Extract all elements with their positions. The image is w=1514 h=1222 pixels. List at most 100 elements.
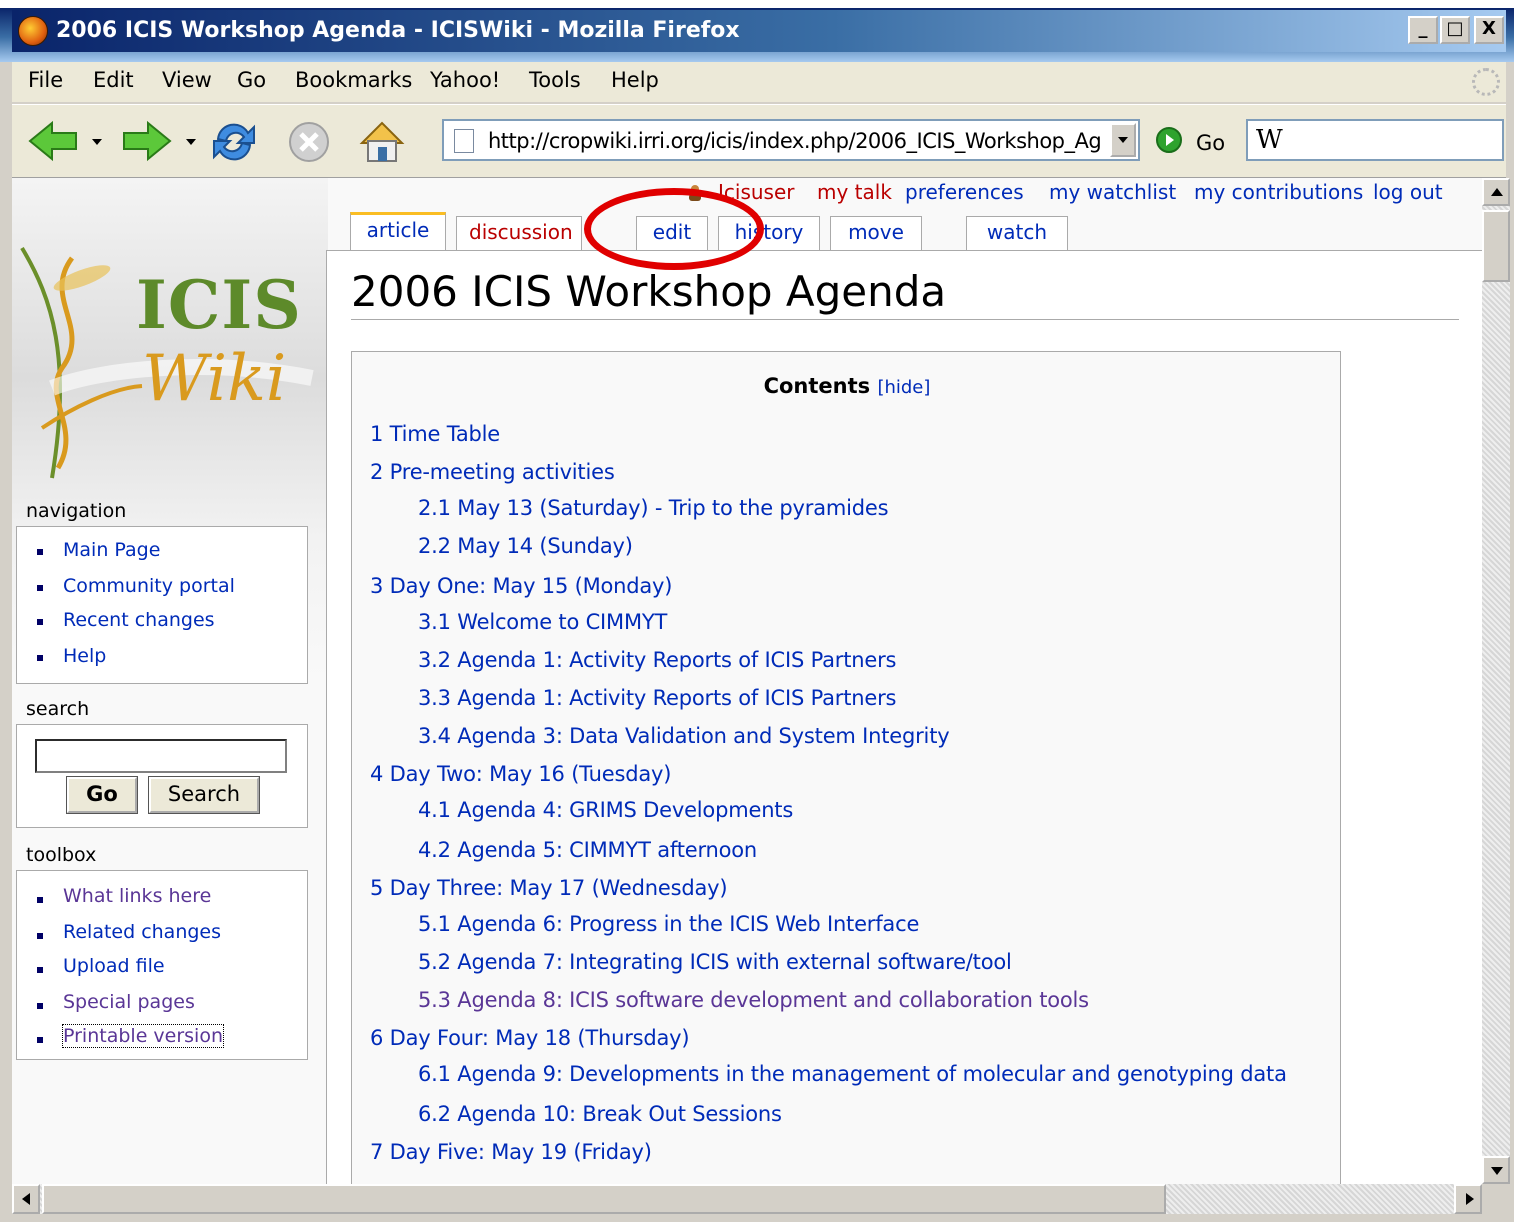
url-bar[interactable]: http://cropwiki.irri.org/icis/index.php/… [442,119,1140,161]
content-area: 2006 ICIS Workshop Agenda Contents [hide… [326,250,1482,1184]
toc-entry[interactable]: 2.1 May 13 (Saturday) - Trip to the pyra… [418,496,889,520]
menu-yahoo[interactable]: Yahoo! [430,68,500,92]
toc-entry[interactable]: 2 Pre-meeting activities [370,460,615,484]
search-input[interactable] [35,739,287,773]
vertical-scroll-thumb[interactable] [1482,210,1510,282]
url-text[interactable]: http://cropwiki.irri.org/icis/index.php/… [488,129,1102,153]
firefox-icon [18,16,48,46]
navigation-heading: navigation [26,500,127,522]
arrow-down-icon [1491,1167,1503,1175]
arrow-left-icon [22,1193,30,1205]
vertical-scrollbar[interactable] [1482,178,1510,1184]
throbber-icon [1472,68,1500,96]
toc-entry[interactable]: 2.2 May 14 (Sunday) [418,534,633,558]
toc-entry[interactable]: 3.3 Agenda 1: Activity Reports of ICIS P… [418,686,896,710]
bullet-icon [37,933,43,939]
toc-entry[interactable]: 7 Day Five: May 19 (Friday) [370,1140,652,1164]
sidebar-item-related-changes[interactable]: Related changes [63,921,221,943]
toc-entry[interactable]: 6.1 Agenda 9: Developments in the manage… [418,1062,1287,1086]
horizontal-scrollbar[interactable] [12,1184,1482,1214]
bullet-icon [37,619,43,625]
edit-tab-highlight-circle [584,188,764,270]
toc-entry[interactable]: 5 Day Three: May 17 (Wednesday) [370,876,728,900]
go-button-label[interactable]: Go [1196,131,1225,155]
go-arrow-icon[interactable] [1156,127,1182,153]
search-button[interactable]: Search [148,776,260,814]
menu-help[interactable]: Help [611,68,659,92]
arrow-right-icon [1466,1193,1474,1205]
bullet-icon [37,1037,43,1043]
close-button[interactable]: X [1474,16,1504,44]
sidebar-item-community-portal[interactable]: Community portal [63,575,235,597]
toc-heading: Contents [hide] [352,374,1342,398]
menu-file[interactable]: File [28,68,63,92]
toc-entry[interactable]: 3 Day One: May 15 (Monday) [370,574,672,598]
user-link-my-contributions[interactable]: my contributions [1194,180,1363,204]
arrow-up-icon [1491,188,1503,196]
tab-article[interactable]: article [350,212,446,250]
sidebar-item-upload-file[interactable]: Upload file [63,955,165,977]
sidebar-item-special-pages[interactable]: Special pages [63,991,195,1013]
user-link-my-talk[interactable]: my talk [817,180,892,204]
toc-title: Contents [763,374,871,398]
window-title: 2006 ICIS Workshop Agenda - ICISWiki - M… [56,18,740,43]
logo-text-wiki[interactable]: Wiki [142,342,286,416]
scroll-up-button[interactable] [1482,178,1510,206]
toc-entry[interactable]: 5.3 Agenda 8: ICIS software development … [418,988,1089,1012]
tab-watch[interactable]: watch [966,216,1068,250]
navigation-toolbar: http://cropwiki.irri.org/icis/index.php/… [12,104,1506,178]
scroll-right-button[interactable] [1454,1184,1482,1214]
back-history-chevron-down-icon[interactable] [92,139,102,145]
user-link-preferences[interactable]: preferences [905,180,1024,204]
toc-hide-link[interactable]: [hide] [877,377,930,398]
scroll-left-button[interactable] [12,1184,40,1214]
toc-entry[interactable]: 5.1 Agenda 6: Progress in the ICIS Web I… [418,912,919,936]
sidebar-item-printable-version[interactable]: Printable version [61,1024,225,1048]
sidebar-item-main-page[interactable]: Main Page [63,539,160,561]
toolbox-heading: toolbox [26,844,97,866]
search-go-button[interactable]: Go [66,776,138,814]
forward-icon[interactable] [120,119,172,163]
tab-discussion[interactable]: discussion [456,216,582,250]
reload-icon[interactable] [210,119,258,165]
menu-bookmarks[interactable]: Bookmarks [295,68,412,92]
toc-entry[interactable]: 1 Time Table [370,422,500,446]
forward-history-chevron-down-icon[interactable] [186,139,196,145]
navigation-portlet: Main Page Community portal Recent change… [16,526,308,684]
toc-entry[interactable]: 3.1 Welcome to CIMMYT [418,610,667,634]
title-bar-fill: 2006 ICIS Workshop Agenda - ICISWiki - M… [12,10,1506,52]
window-title-bar: 2006 ICIS Workshop Agenda - ICISWiki - M… [0,0,1514,62]
search-portlet: Go Search [16,724,308,828]
stop-icon[interactable] [286,119,332,165]
tab-move[interactable]: move [830,216,922,250]
sidebar-item-help[interactable]: Help [63,645,106,667]
home-icon[interactable] [358,119,406,165]
user-link-my-watchlist[interactable]: my watchlist [1049,180,1176,204]
sidebar-item-what-links-here[interactable]: What links here [63,885,211,907]
menu-edit[interactable]: Edit [93,68,134,92]
toc-entry[interactable]: 6.2 Agenda 10: Break Out Sessions [418,1102,782,1126]
toc-entry[interactable]: 6 Day Four: May 18 (Thursday) [370,1026,690,1050]
toc-entry[interactable]: 3.2 Agenda 1: Activity Reports of ICIS P… [418,648,896,672]
logo-text-icis[interactable]: ICIS [136,266,302,344]
toc-entry[interactable]: 4.1 Agenda 4: GRIMS Developments [418,798,793,822]
page-viewport: ICIS Wiki Icisuser my talk preferences m… [12,178,1482,1184]
user-link-log-out[interactable]: log out [1373,180,1443,204]
horizontal-scroll-thumb[interactable] [42,1184,1166,1214]
menu-tools[interactable]: Tools [529,68,581,92]
page-icon [454,129,474,153]
sidebar-item-recent-changes[interactable]: Recent changes [63,609,215,631]
scroll-down-button[interactable] [1482,1156,1510,1184]
back-icon[interactable] [28,119,80,163]
menu-go[interactable]: Go [237,68,266,92]
toc-entry[interactable]: 3.4 Agenda 3: Data Validation and System… [418,724,950,748]
toc-entry[interactable]: 4 Day Two: May 16 (Tuesday) [370,762,671,786]
minimize-button[interactable]: _ [1408,16,1438,44]
menu-view[interactable]: View [162,68,212,92]
search-engine-bar[interactable]: W [1246,119,1504,161]
toc-entry[interactable]: 5.2 Agenda 7: Integrating ICIS with exte… [418,950,1012,974]
toc-entry[interactable]: 4.2 Agenda 5: CIMMYT afternoon [418,838,757,862]
maximize-button[interactable]: □ [1440,16,1470,44]
wikipedia-search-icon[interactable]: W [1256,125,1283,155]
url-history-dropdown[interactable] [1110,123,1136,157]
